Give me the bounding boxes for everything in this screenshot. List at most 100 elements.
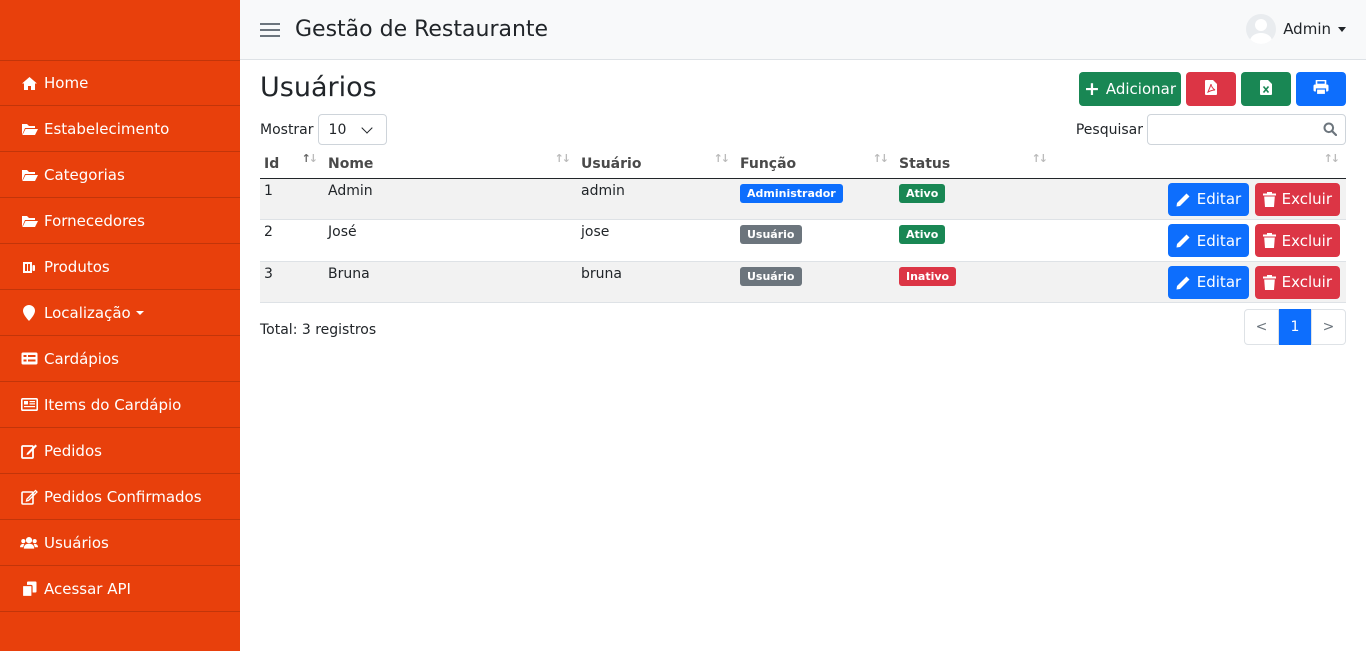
sidebar-item-label: Localização bbox=[44, 303, 131, 322]
total-records: Total: 3 registros bbox=[260, 322, 377, 338]
search-input[interactable] bbox=[1148, 115, 1345, 144]
table-header-row: Id ↑↓ Nome ↑↓ Usuário ↑↓ Função ↑↓ Statu… bbox=[260, 150, 1346, 179]
delete-button[interactable]: Excluir bbox=[1254, 224, 1340, 257]
sidebar-item-label: Pedidos bbox=[44, 441, 102, 460]
delete-button-label: Excluir bbox=[1281, 231, 1332, 250]
add-button-label: Adicionar bbox=[1105, 80, 1177, 98]
column-header-funcao[interactable]: Função ↑↓ bbox=[736, 150, 895, 179]
add-button[interactable]: + Adicionar bbox=[1079, 72, 1181, 106]
sort-icon: ↑↓ bbox=[1323, 152, 1341, 165]
cell-id: 1 bbox=[260, 178, 324, 220]
column-header-actions[interactable]: ↑↓ bbox=[1054, 150, 1346, 179]
sidebar-item-usuarios[interactable]: Usuários bbox=[0, 520, 240, 566]
newspaper-icon bbox=[20, 397, 38, 413]
cell-usuario: jose bbox=[577, 219, 736, 262]
sidebar-item-pedidos-confirmados[interactable]: Pedidos Confirmados bbox=[0, 474, 240, 520]
export-pdf-button[interactable] bbox=[1186, 72, 1236, 106]
role-badge: Usuário bbox=[740, 225, 802, 244]
cell-funcao: Administrador bbox=[736, 178, 895, 220]
table-row: 1 Admin admin Administrador Ativo Editar… bbox=[260, 178, 1346, 220]
edit-button[interactable]: Editar bbox=[1167, 265, 1250, 299]
column-header-status[interactable]: Status ↑↓ bbox=[895, 150, 1054, 179]
edit-button[interactable]: Editar bbox=[1167, 182, 1250, 216]
edit-button-label: Editar bbox=[1196, 190, 1242, 208]
role-badge: Administrador bbox=[740, 183, 843, 203]
table-row: 2 José jose Usuário Ativo Editar Excluir bbox=[260, 219, 1346, 262]
status-badge: Ativo bbox=[899, 225, 946, 244]
sidebar-item-produtos[interactable]: Produtos bbox=[0, 244, 240, 290]
page-length-value: 10 bbox=[328, 121, 347, 138]
cell-funcao: Usuário bbox=[736, 261, 895, 303]
chevron-down-icon bbox=[135, 310, 144, 315]
list-icon bbox=[20, 351, 38, 367]
cell-usuario: admin bbox=[577, 178, 736, 220]
sort-icon: ↑↓ bbox=[713, 152, 731, 165]
sidebar-item-label: Usuários bbox=[44, 533, 109, 552]
cell-nome: José bbox=[324, 219, 577, 262]
column-header-label: Usuário bbox=[581, 155, 642, 172]
sidebar-item-label: Produtos bbox=[44, 257, 110, 276]
user-name: Admin bbox=[1283, 20, 1331, 38]
edit-button-label: Editar bbox=[1196, 273, 1242, 291]
column-header-label: Função bbox=[740, 155, 797, 172]
cell-funcao: Usuário bbox=[736, 219, 895, 262]
cell-actions: Editar Excluir bbox=[1054, 261, 1346, 303]
sidebar-item-fornecedores[interactable]: Fornecedores bbox=[0, 198, 240, 244]
delete-button[interactable]: Excluir bbox=[1254, 265, 1340, 299]
sidebar-item-items-do-cardapio[interactable]: Items do Cardápio bbox=[0, 382, 240, 428]
copy-icon bbox=[20, 581, 38, 597]
toolbar: + Adicionar bbox=[1079, 72, 1346, 106]
user-menu[interactable]: Admin bbox=[1246, 14, 1346, 44]
delete-button-label: Excluir bbox=[1281, 273, 1332, 291]
sidebar-item-label: Cardápios bbox=[44, 349, 119, 368]
sidebar-item-categorias[interactable]: Categorias bbox=[0, 152, 240, 198]
search-label: Pesquisar bbox=[1075, 121, 1143, 138]
sort-icon: ↑↓ bbox=[1031, 152, 1049, 165]
sidebar-item-label: Categorias bbox=[44, 165, 125, 184]
sidebar-item-estabelecimento[interactable]: Estabelecimento bbox=[0, 106, 240, 152]
trash-icon bbox=[1262, 191, 1276, 207]
print-icon bbox=[1313, 79, 1329, 99]
page-length-select[interactable]: 10 bbox=[317, 114, 387, 145]
sort-icon: ↑↓ bbox=[554, 152, 572, 165]
sidebar-item-home[interactable]: Home bbox=[0, 60, 240, 106]
status-badge: Inativo bbox=[899, 266, 957, 286]
pagination-next[interactable]: > bbox=[1311, 309, 1346, 345]
search-box bbox=[1147, 114, 1346, 145]
sort-icon: ↑↓ bbox=[872, 152, 890, 165]
sidebar-item-localizacao[interactable]: Localização bbox=[0, 290, 240, 336]
cell-usuario: bruna bbox=[577, 261, 736, 303]
cell-actions: Editar Excluir bbox=[1054, 219, 1346, 262]
pagination: < 1 > bbox=[1244, 309, 1346, 345]
cell-id: 2 bbox=[260, 219, 324, 262]
sidebar-item-label: Fornecedores bbox=[44, 211, 145, 230]
edit-button[interactable]: Editar bbox=[1167, 224, 1250, 257]
cell-nome: Admin bbox=[324, 178, 577, 220]
users-table: Id ↑↓ Nome ↑↓ Usuário ↑↓ Função ↑↓ Statu… bbox=[260, 150, 1346, 303]
column-header-label: Id bbox=[264, 155, 280, 172]
pencil-icon bbox=[1176, 234, 1190, 248]
page-length-control: Mostrar 10 bbox=[260, 114, 387, 145]
map-marker-icon bbox=[20, 304, 38, 321]
cell-status: Ativo bbox=[895, 219, 1054, 262]
folder-open-icon bbox=[20, 167, 38, 183]
sidebar-item-label: Items do Cardápio bbox=[44, 395, 182, 414]
column-header-usuario[interactable]: Usuário ↑↓ bbox=[577, 150, 736, 179]
export-excel-button[interactable] bbox=[1241, 72, 1291, 106]
pagination-prev[interactable]: < bbox=[1244, 309, 1279, 345]
cell-id: 3 bbox=[260, 261, 324, 303]
column-header-nome[interactable]: Nome ↑↓ bbox=[324, 150, 577, 179]
print-button[interactable] bbox=[1296, 72, 1346, 106]
column-header-id[interactable]: Id ↑↓ bbox=[260, 150, 324, 179]
delete-button[interactable]: Excluir bbox=[1254, 182, 1340, 216]
pagination-page-1[interactable]: 1 bbox=[1279, 309, 1311, 345]
search-control: Pesquisar bbox=[1076, 114, 1346, 145]
cell-status: Inativo bbox=[895, 261, 1054, 303]
sidebar-item-pedidos[interactable]: Pedidos bbox=[0, 428, 240, 474]
sidebar-item-acessar-api[interactable]: Acessar API bbox=[0, 566, 240, 612]
delete-button-label: Excluir bbox=[1281, 190, 1332, 208]
sidebar-item-label: Home bbox=[44, 74, 89, 92]
hamburger-menu-icon[interactable] bbox=[260, 19, 280, 41]
edit-icon bbox=[20, 489, 38, 505]
sidebar-item-cardapios[interactable]: Cardápios bbox=[0, 336, 240, 382]
